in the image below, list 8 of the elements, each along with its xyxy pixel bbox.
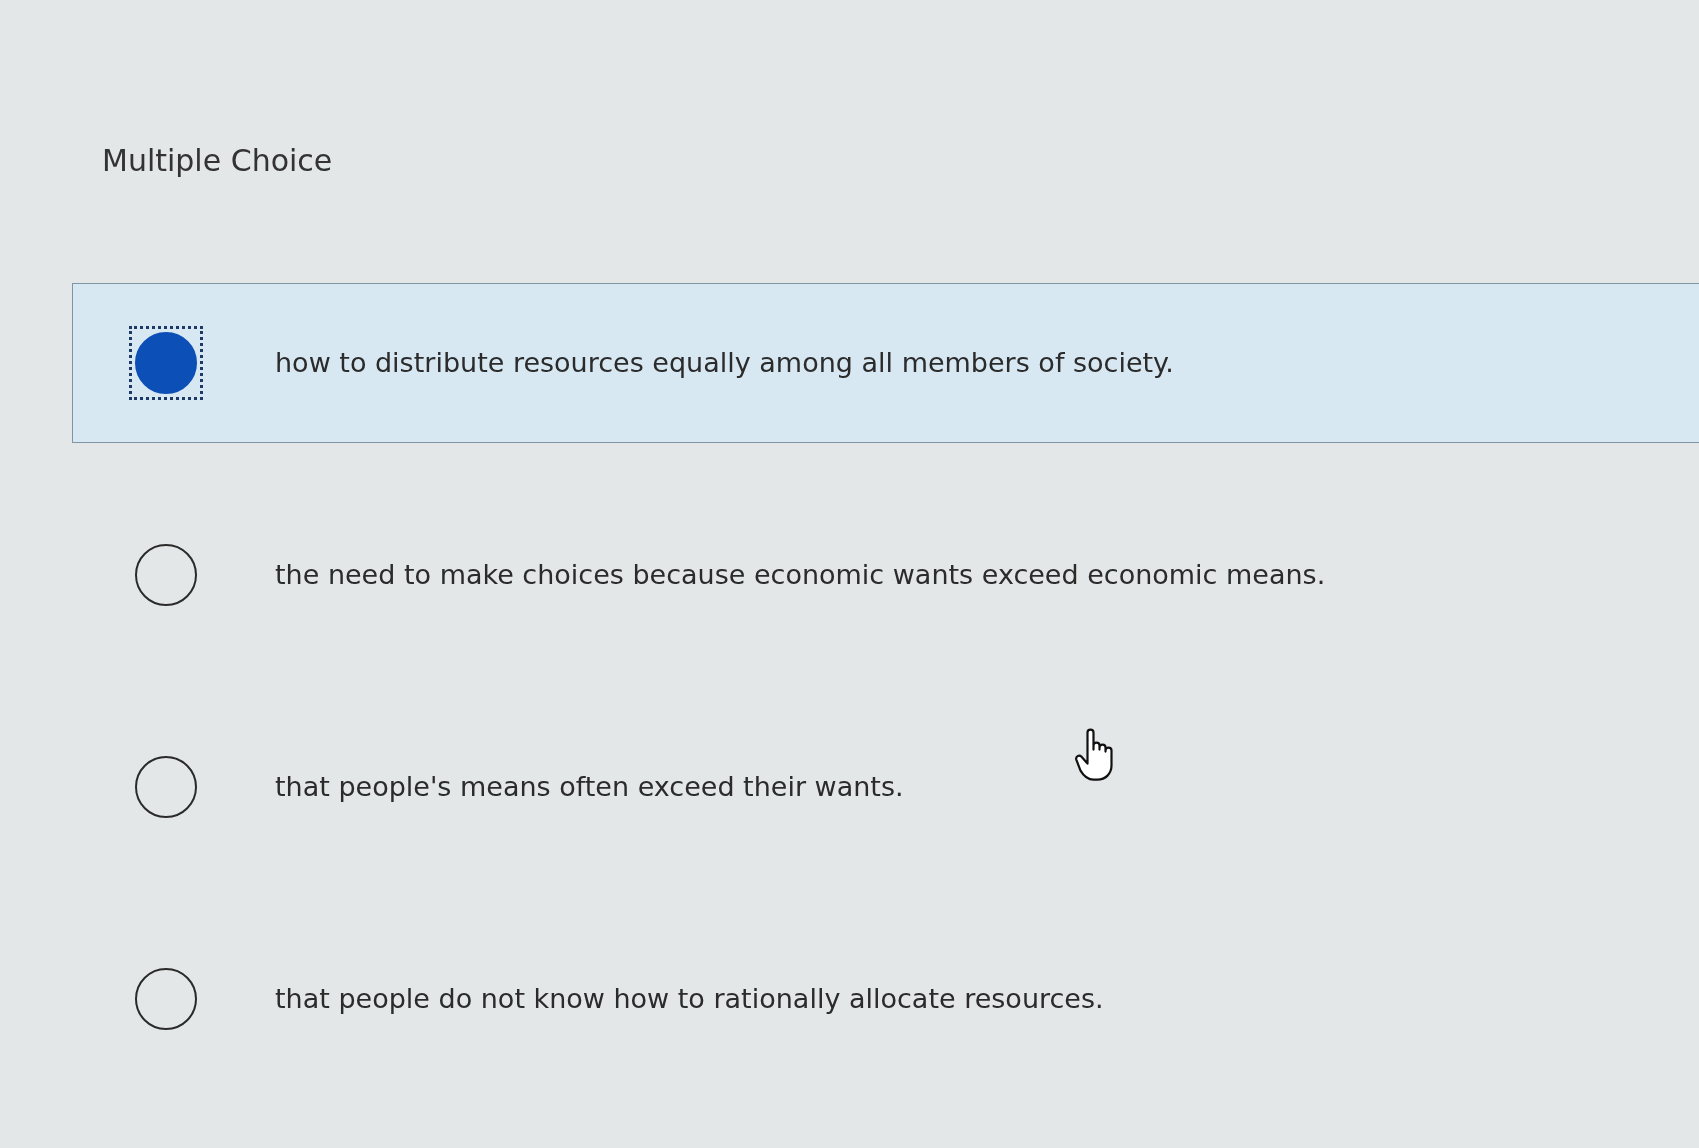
option-label[interactable]: that people's means often exceed their wants.	[275, 766, 904, 808]
option-label[interactable]: that people do not know how to rationally allocate resources.	[275, 978, 1104, 1020]
hand-pointer-icon	[1072, 728, 1116, 782]
option-label[interactable]: the need to make choices because economic wants exceed economic means.	[275, 554, 1326, 596]
selected-option-panel[interactable]: how to distribute resources equally among all members of society.	[72, 283, 1699, 443]
option-label[interactable]: how to distribute resources equally among all members of society.	[275, 342, 1174, 384]
radio-button[interactable]	[129, 326, 203, 400]
question-heading: Multiple Choice	[102, 142, 333, 180]
